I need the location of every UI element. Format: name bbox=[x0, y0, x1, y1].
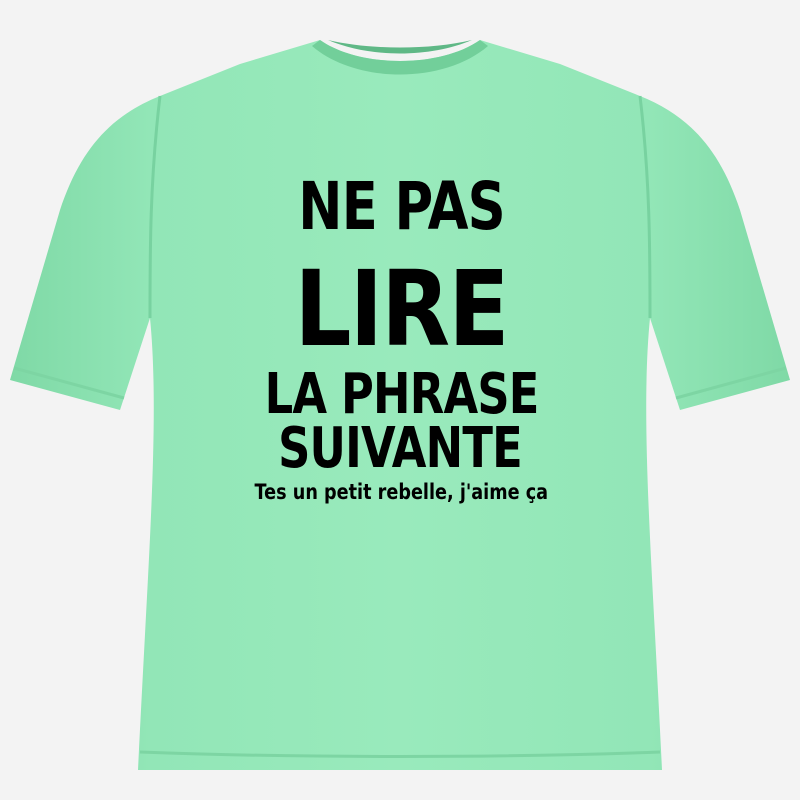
tshirt-neck-inner bbox=[328, 40, 472, 54]
print-line-1: NE PAS bbox=[298, 168, 505, 245]
print-line-4: SUIVANTE bbox=[278, 416, 523, 481]
print-line-2: LIRE bbox=[294, 248, 509, 370]
print-line-5: Tes un petit rebelle, j'aime ça bbox=[254, 480, 549, 504]
